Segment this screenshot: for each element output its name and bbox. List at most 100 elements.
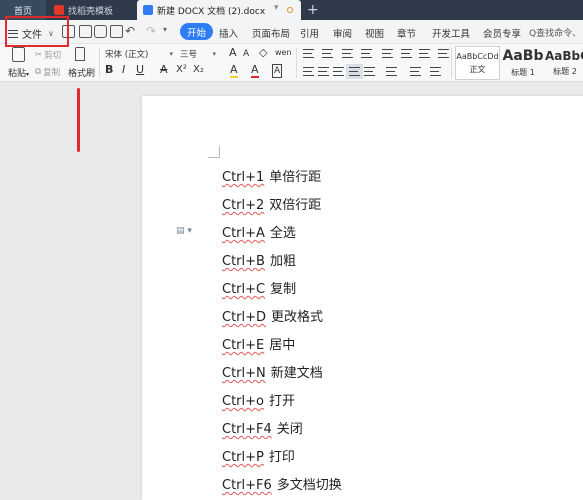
document-line: Ctrl+N 新建文档 <box>222 362 323 381</box>
chevron-down-icon: ▾ <box>169 50 173 58</box>
style-normal[interactable]: AaBbCcDd 正文 <box>455 46 500 80</box>
italic-button[interactable]: I <box>122 64 125 76</box>
copy-label: 复制 <box>43 68 61 78</box>
tab-document-label: 新建 DOCX 文档 (2).docx <box>157 6 266 17</box>
sort-icon[interactable] <box>401 49 412 58</box>
font-color-button[interactable]: A <box>251 64 259 78</box>
shortcut-description: 单倍行距 <box>269 170 322 185</box>
borders-icon[interactable] <box>430 67 441 76</box>
shortcut-key: Ctrl+2 <box>222 198 265 213</box>
document-line: Ctrl+B 加粗 <box>222 250 296 269</box>
ribbon-divider <box>99 48 100 78</box>
tab-insert[interactable]: 插入 <box>219 26 238 40</box>
bold-button[interactable]: B <box>105 64 113 76</box>
numbered-list-icon[interactable] <box>322 49 333 58</box>
style-heading-1[interactable]: AaBb 标题 1 <box>502 46 544 80</box>
word-document-icon <box>143 5 153 15</box>
shortcut-key: Ctrl+N <box>222 366 266 381</box>
tab-page-layout[interactable]: 页面布局 <box>252 26 290 40</box>
shortcut-key: Ctrl+B <box>222 254 265 269</box>
paste-icon[interactable] <box>12 47 25 62</box>
document-line: Ctrl+1 单倍行距 <box>222 166 321 185</box>
grow-font-button[interactable]: A <box>229 47 237 59</box>
style-normal-preview: AaBbCcDd <box>456 52 499 61</box>
tab-start[interactable]: 开始 <box>180 23 214 40</box>
new-tab-button[interactable]: + <box>307 2 319 18</box>
shortcut-description: 加粗 <box>269 254 296 269</box>
bullet-list-icon[interactable] <box>303 49 314 58</box>
tab-template-label: 找稻壳模板 <box>68 6 114 17</box>
shortcut-key: Ctrl+D <box>222 310 267 325</box>
shortcut-key: Ctrl+o <box>222 394 264 409</box>
quick-access-more-icon[interactable]: ▾ <box>163 25 167 34</box>
font-size-select[interactable]: 三号 ▾ <box>178 47 218 61</box>
tab-developer[interactable]: 开发工具 <box>432 26 470 40</box>
shortcut-description: 多文档切换 <box>276 478 342 493</box>
clear-format-button[interactable]: ◇ <box>259 47 267 59</box>
export-pdf-icon[interactable] <box>79 25 92 38</box>
cut-label: 剪切 <box>44 51 62 61</box>
shortcut-key: Ctrl+F6 <box>222 478 272 493</box>
style-normal-label: 正文 <box>469 65 486 74</box>
tab-sections[interactable]: 章节 <box>397 26 416 40</box>
style-heading-2-preview: AaBbC <box>545 49 583 63</box>
unsaved-indicator-icon <box>287 7 293 13</box>
line-spacing-icon[interactable] <box>386 67 397 76</box>
shortcut-description: 更改格式 <box>271 310 324 325</box>
tab-references[interactable]: 引用 <box>300 26 319 40</box>
cut-button[interactable]: ✂ 剪切 <box>35 49 61 61</box>
shrink-font-button[interactable]: A <box>243 48 249 60</box>
character-border-button[interactable]: A <box>272 64 283 78</box>
strikethrough-button[interactable]: A <box>160 64 168 76</box>
shading-icon[interactable] <box>410 67 421 76</box>
subscript-button[interactable]: X₂ <box>193 64 204 76</box>
align-right-icon[interactable] <box>333 67 344 76</box>
redo-button[interactable]: ↷ <box>146 24 156 38</box>
paste-label: 粘贴 <box>8 69 27 79</box>
ribbon-toolbar: 粘贴▾ ✂ 剪切 ⧉ 复制 格式刷 宋体 (正文) ▾ 三号 ▾ A A ◇ w… <box>0 44 583 82</box>
tab-member[interactable]: 会员专享 <box>483 26 521 40</box>
tab-view[interactable]: 视图 <box>365 26 384 40</box>
font-family-select[interactable]: 宋体 (正文) ▾ <box>103 47 175 61</box>
undo-button[interactable]: ↶ <box>125 24 135 38</box>
increase-indent-icon[interactable] <box>361 49 372 58</box>
font-size-value: 三号 <box>180 50 198 60</box>
shortcut-key: Ctrl+C <box>222 282 266 297</box>
paste-button[interactable]: 粘贴▾ <box>8 66 29 79</box>
ribbon-divider <box>296 48 297 78</box>
print-icon[interactable] <box>94 25 107 38</box>
paste-dropdown-icon: ▾ <box>26 71 30 78</box>
paragraph-handle-icon[interactable]: ▤ ▾ <box>176 226 192 236</box>
style-heading-2-label: 标题 2 <box>553 67 577 76</box>
chevron-down-icon: ▾ <box>212 50 216 58</box>
align-center-icon[interactable] <box>318 67 329 76</box>
tab-options-icon[interactable]: ▾ <box>274 3 279 13</box>
tab-review[interactable]: 审阅 <box>333 26 352 40</box>
shortcut-key: Ctrl+1 <box>222 170 265 185</box>
justify-icon[interactable] <box>346 64 363 79</box>
decrease-indent-icon[interactable] <box>342 49 353 58</box>
phonetic-guide-button[interactable]: wen <box>275 47 292 59</box>
document-line: Ctrl+P 打印 <box>222 446 295 465</box>
shortcut-description: 居中 <box>269 338 296 353</box>
shortcut-description: 双倍行距 <box>269 198 322 213</box>
document-line: Ctrl+A 全选 <box>222 222 296 241</box>
format-painter-button[interactable]: 格式刷 <box>68 66 95 79</box>
chinese-layout-icon[interactable] <box>382 49 393 58</box>
distributed-align-icon[interactable] <box>364 67 375 76</box>
format-painter-icon[interactable] <box>75 47 85 61</box>
show-hide-marks-icon[interactable] <box>419 49 430 58</box>
superscript-button[interactable]: X² <box>176 64 187 76</box>
ribbon-divider <box>451 48 452 78</box>
underline-button[interactable]: U <box>136 64 144 76</box>
command-search-input[interactable]: Q查找命令、 <box>529 26 581 39</box>
shortcut-key: Ctrl+P <box>222 450 264 465</box>
style-heading-2[interactable]: AaBbC 标题 2 <box>545 46 583 80</box>
copy-button[interactable]: ⧉ 复制 <box>35 66 60 78</box>
align-left-icon[interactable] <box>303 67 314 76</box>
document-line: Ctrl+o 打开 <box>222 390 295 409</box>
print-preview-icon[interactable] <box>110 25 123 38</box>
shortcut-description: 关闭 <box>276 422 303 437</box>
table-icon[interactable] <box>438 49 449 58</box>
highlight-color-button[interactable]: A <box>230 64 238 78</box>
